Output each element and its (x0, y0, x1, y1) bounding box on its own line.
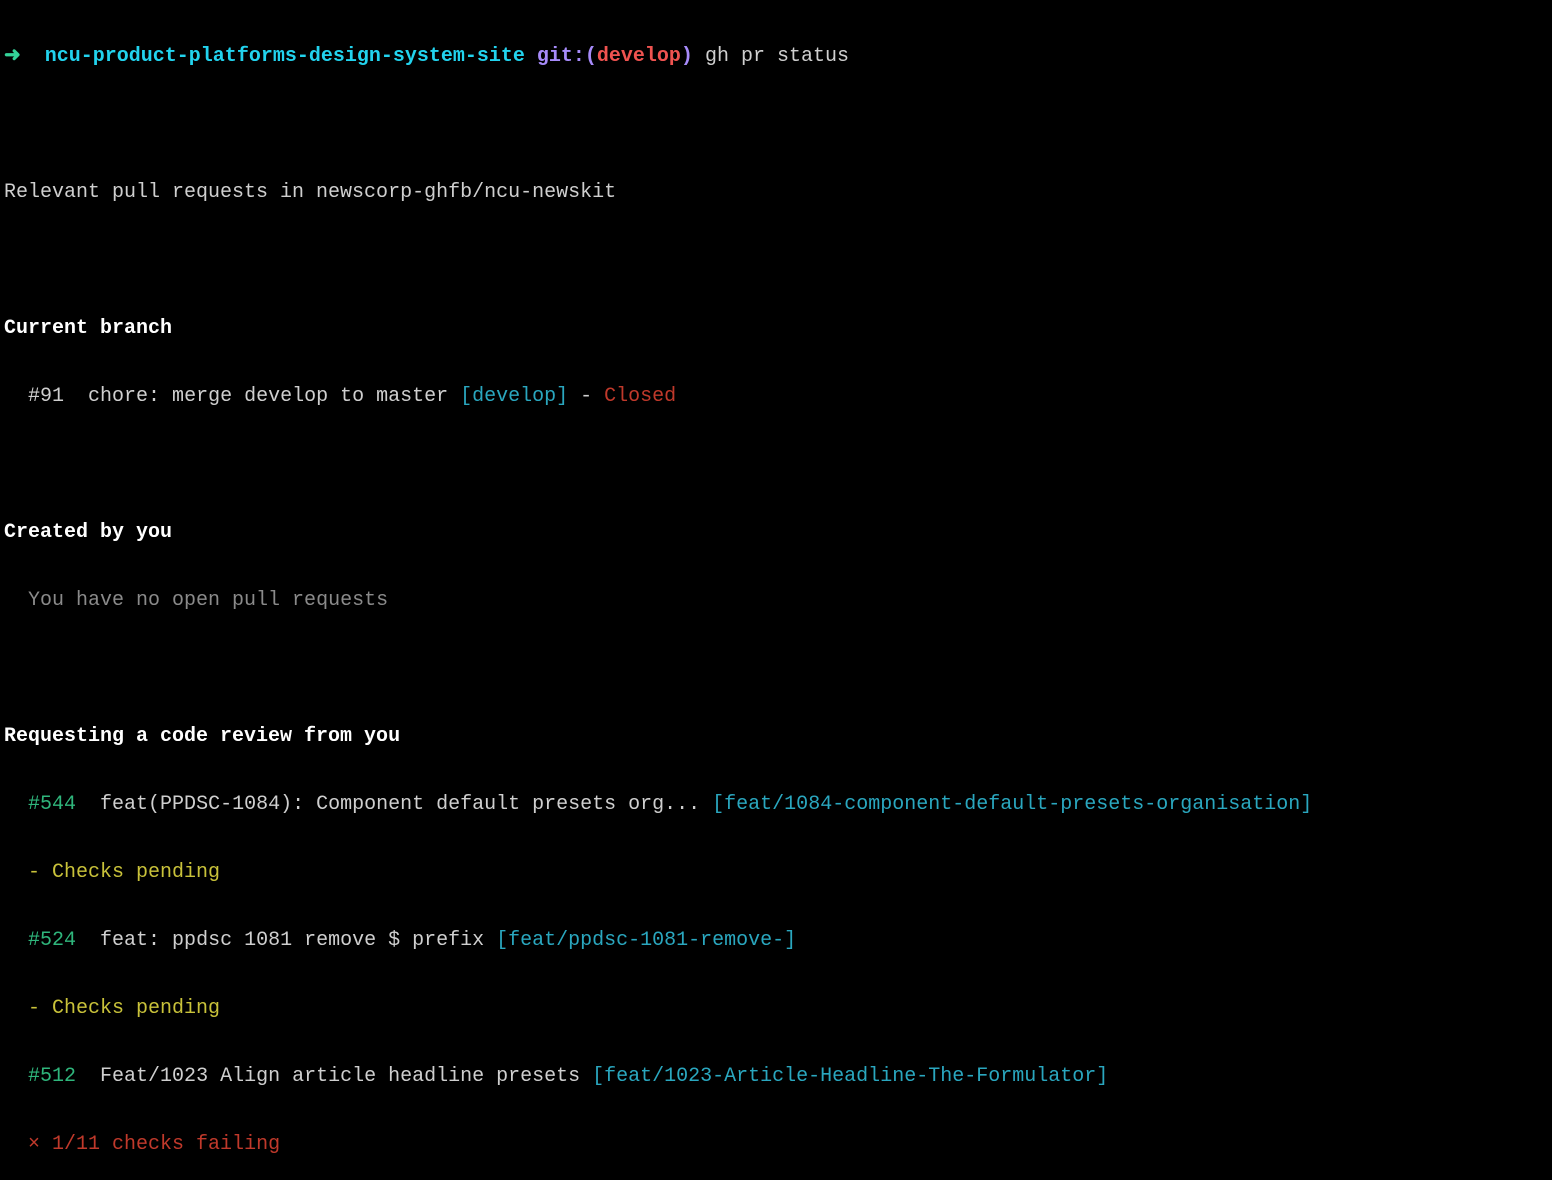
prompt-command[interactable]: gh pr status (705, 45, 849, 68)
terminal-output: ➜ ncu-product-platforms-design-system-si… (0, 0, 1552, 1180)
pr-branch: [feat/ppdsc-1081-remove-] (496, 929, 796, 952)
section-heading-created-by-you: Created by you (4, 516, 1548, 550)
prompt-git-label: git: (537, 45, 585, 68)
empty-message-text: You have no open pull requests (28, 589, 388, 612)
pr-status: Checks pending (52, 861, 220, 884)
pr-branch: [feat/1084-component-default-presets-org… (712, 793, 1312, 816)
pr-row: #544 feat(PPDSC-1084): Component default… (4, 788, 1548, 822)
pr-number: #544 (28, 793, 76, 816)
prompt-directory: ncu-product-platforms-design-system-site (45, 45, 525, 68)
pr-number: #524 (28, 929, 76, 952)
pr-row: #524 feat: ppdsc 1081 remove $ prefix [f… (4, 924, 1548, 958)
pr-row: #91 chore: merge develop to master [deve… (4, 380, 1548, 414)
pr-branch: [develop] (460, 385, 568, 408)
blank-line (4, 448, 1548, 482)
pr-number: #512 (28, 1065, 76, 1088)
section-heading-current-branch: Current branch (4, 312, 1548, 346)
pr-status-line: - Checks pending (4, 856, 1548, 890)
blank-line (4, 108, 1548, 142)
pr-row: #512 Feat/1023 Align article headline pr… (4, 1060, 1548, 1094)
pr-branch: [feat/1023-Article-Headline-The-Formulat… (592, 1065, 1108, 1088)
pr-number: #91 (28, 385, 64, 408)
blank-line (4, 652, 1548, 686)
section-heading-requesting-review: Requesting a code review from you (4, 720, 1548, 754)
prompt-git-paren-open: ( (585, 45, 597, 68)
pr-status-line: × 1/11 checks failing (4, 1128, 1548, 1162)
prompt-arrow-icon: ➜ (4, 45, 21, 68)
pr-status-prefix: × (28, 1133, 52, 1156)
prompt-git-paren-close: ) (681, 45, 693, 68)
pr-status-line: - Checks pending (4, 992, 1548, 1026)
pr-title: chore: merge develop to master (88, 385, 448, 408)
pr-status: Checks pending (52, 997, 220, 1020)
pr-status: 1/11 checks failing (52, 1133, 280, 1156)
pr-title: feat(PPDSC-1084): Component default pres… (100, 793, 700, 816)
pr-title: feat: ppdsc 1081 remove $ prefix (100, 929, 484, 952)
pr-title: Feat/1023 Align article headline presets (100, 1065, 580, 1088)
prompt-line[interactable]: ➜ ncu-product-platforms-design-system-si… (4, 40, 1548, 74)
pr-dash: - (568, 385, 604, 408)
pr-status-prefix: - (28, 997, 52, 1020)
pr-status: Closed (604, 385, 676, 408)
prompt-git-branch: develop (597, 45, 681, 68)
empty-message: You have no open pull requests (4, 584, 1548, 618)
pr-status-prefix: - (28, 861, 52, 884)
blank-line (4, 244, 1548, 278)
relevant-prs-line: Relevant pull requests in newscorp-ghfb/… (4, 176, 1548, 210)
